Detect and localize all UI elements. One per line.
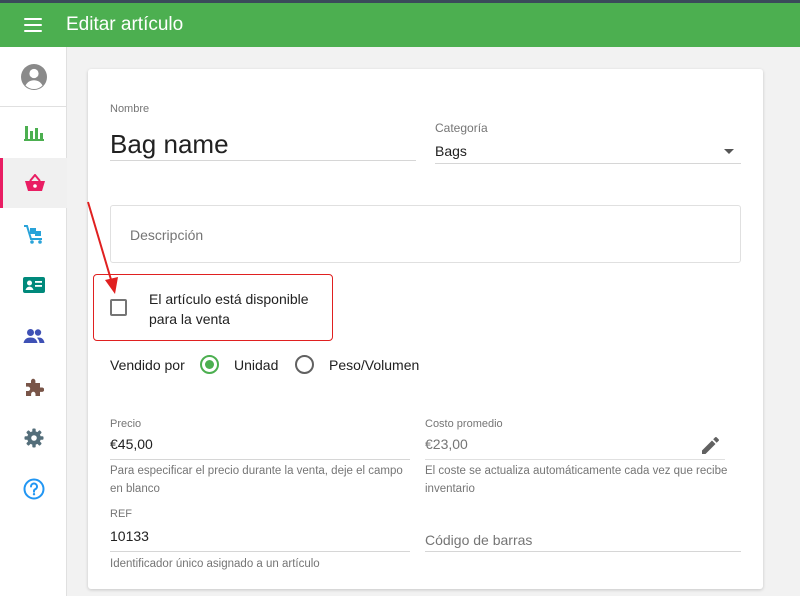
price-input[interactable]: €45,00 — [110, 436, 153, 452]
description-placeholder: Descripción — [130, 227, 204, 243]
sidebar — [0, 47, 67, 596]
available-label: El artículo está disponible para la vent… — [149, 291, 309, 327]
radio-unit[interactable] — [200, 355, 219, 374]
cost-value: €23,00 — [425, 436, 468, 452]
pencil-icon[interactable] — [700, 436, 720, 456]
price-helper: Para especificar el precio durante la ve… — [110, 465, 403, 495]
sidebar-item-employees[interactable] — [0, 311, 67, 361]
help-icon — [23, 478, 44, 500]
sidebar-item-customers[interactable] — [0, 260, 67, 310]
cost-underline — [425, 459, 725, 460]
gear-icon — [24, 428, 43, 448]
sidebar-item-account[interactable] — [0, 52, 67, 102]
sidebar-item-reports[interactable] — [0, 107, 67, 157]
radio-unit-label: Unidad — [234, 357, 279, 373]
puzzle-icon — [25, 378, 44, 396]
cart-icon — [23, 225, 42, 244]
name-underline — [110, 160, 416, 161]
sidebar-item-items[interactable] — [0, 158, 67, 208]
basket-icon — [25, 174, 45, 191]
description-field[interactable]: Descripción — [110, 205, 741, 263]
bar-chart-icon — [23, 126, 44, 141]
sidebar-item-inventory[interactable] — [0, 209, 67, 259]
app-bar: Editar artículo — [0, 0, 800, 47]
menu-button[interactable] — [0, 3, 66, 47]
category-underline — [435, 163, 741, 164]
available-checkbox[interactable] — [110, 299, 127, 316]
ref-label: REF — [110, 508, 132, 520]
barcode-underline — [425, 551, 741, 552]
barcode-input[interactable]: Código de barras — [425, 532, 532, 548]
ref-input[interactable]: 10133 — [110, 528, 149, 544]
sidebar-item-integrations[interactable] — [0, 362, 67, 412]
name-label: Nombre — [110, 103, 150, 115]
radio-weight[interactable] — [295, 355, 314, 374]
price-underline — [110, 459, 410, 460]
sold-by-label: Vendido por — [110, 357, 185, 373]
category-label: Categoría — [435, 121, 488, 135]
name-input[interactable]: Bag name — [110, 129, 229, 160]
sidebar-item-help[interactable] — [0, 464, 67, 514]
sidebar-item-settings[interactable] — [0, 413, 67, 463]
category-select[interactable]: Bags — [435, 143, 467, 159]
hamburger-icon — [24, 18, 42, 32]
page-title: Editar artículo — [66, 14, 184, 35]
radio-weight-label: Peso/Volumen — [329, 357, 420, 373]
account-circle-icon — [20, 64, 47, 90]
ref-helper: Identificador único asignado a un artícu… — [110, 558, 320, 570]
cost-label: Costo promedio — [425, 418, 503, 430]
item-edit-card: Nombre Bag name Categoría Bags Descripci… — [88, 69, 763, 589]
id-card-icon — [22, 277, 45, 293]
ref-underline — [110, 551, 410, 552]
cost-helper: El coste se actualiza automáticamente ca… — [425, 465, 728, 495]
people-icon — [23, 329, 44, 343]
price-label: Precio — [110, 418, 142, 430]
chevron-down-icon[interactable] — [724, 149, 734, 154]
